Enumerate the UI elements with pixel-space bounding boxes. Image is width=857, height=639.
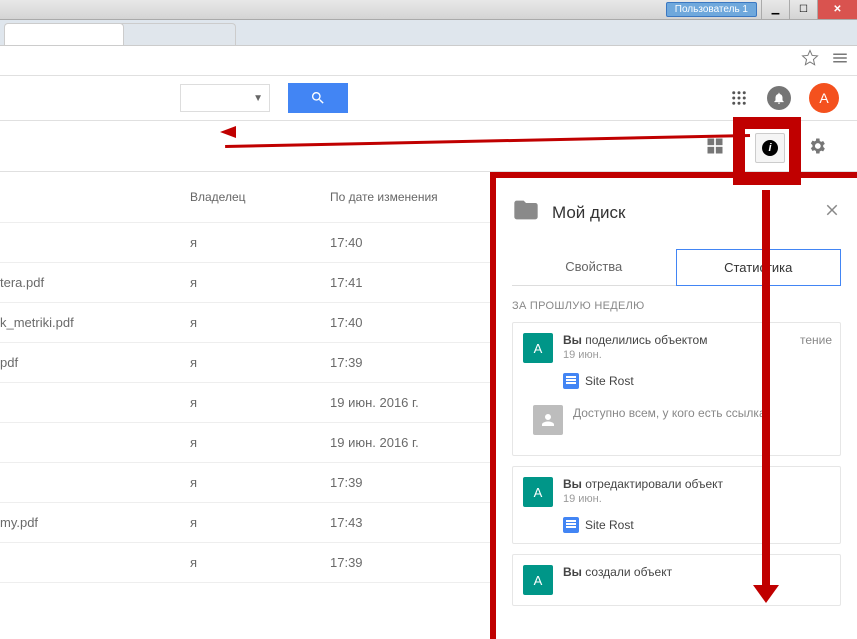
cell-name: my.pdf (0, 515, 190, 530)
window-titlebar: Пользователь 1 (0, 0, 857, 20)
user-chip[interactable]: Пользователь 1 (666, 2, 757, 17)
table-header-row: Владелец По дате изменения (0, 172, 490, 223)
col-date[interactable]: По дате изменения (330, 190, 480, 204)
cell-date: 17:40 (330, 315, 480, 330)
activity-avatar: А (523, 477, 553, 507)
cell-date: 17:43 (330, 515, 480, 530)
cell-name: pdf (0, 355, 190, 370)
bookmark-star-icon[interactable] (801, 49, 819, 72)
cell-name: tera.pdf (0, 275, 190, 290)
cell-owner: я (190, 275, 330, 290)
share-visibility-text: Доступно всем, у кого есть ссылка (573, 405, 766, 422)
table-row[interactable]: я17:39 (0, 463, 490, 503)
cell-owner: я (190, 475, 330, 490)
cell-date: 19 июн. 2016 г. (330, 435, 480, 450)
tab-activity[interactable]: Статистика (676, 249, 842, 286)
browser-tab-strip (0, 20, 857, 46)
browser-tab[interactable] (4, 23, 124, 45)
cell-date: 17:39 (330, 475, 480, 490)
table-row[interactable]: я17:39 (0, 543, 490, 583)
info-button[interactable]: i (755, 133, 785, 163)
cell-owner: я (190, 355, 330, 370)
panel-title: Мой диск (552, 203, 811, 223)
cell-name (0, 235, 190, 250)
table-row[interactable]: tera.pdfя17:41 (0, 263, 490, 303)
activity-item[interactable]: А Вы поделились объектом 19 июн. Site Ro… (512, 322, 841, 456)
table-row[interactable]: я19 июн. 2016 г. (0, 423, 490, 463)
activity-file-name: Site Rost (585, 518, 634, 532)
folder-icon (512, 196, 540, 229)
activity-file-name: Site Rost (585, 374, 634, 388)
window-close-button[interactable] (817, 0, 857, 19)
cell-name (0, 435, 190, 450)
table-row[interactable]: я17:40 (0, 223, 490, 263)
panel-close-button[interactable] (823, 201, 841, 224)
cell-owner: я (190, 235, 330, 250)
table-row[interactable]: pdfя17:39 (0, 343, 490, 383)
tab-properties[interactable]: Свойства (512, 249, 676, 285)
cell-date: 17:41 (330, 275, 480, 290)
info-icon: i (762, 140, 778, 156)
table-row[interactable]: я19 июн. 2016 г. (0, 383, 490, 423)
apps-grid-icon[interactable] (729, 88, 749, 108)
main-content: Владелец По дате изменения я17:40tera.pd… (0, 172, 857, 639)
menu-icon[interactable] (831, 49, 849, 72)
cell-name (0, 555, 190, 570)
browser-toolbar (0, 46, 857, 76)
table-row[interactable]: k_metriki.pdfя17:40 (0, 303, 490, 343)
cell-date: 17:39 (330, 555, 480, 570)
activity-avatar: А (523, 565, 553, 595)
search-dropdown[interactable]: ▼ (180, 84, 270, 112)
cell-date: 19 июн. 2016 г. (330, 395, 480, 410)
panel-tabs: Свойства Статистика (512, 249, 841, 286)
cell-name (0, 395, 190, 410)
cell-owner: я (190, 395, 330, 410)
notifications-icon[interactable] (767, 86, 791, 110)
window-minimize-button[interactable] (761, 0, 789, 19)
drive-toolbar: i (0, 120, 857, 172)
file-table: Владелец По дате изменения я17:40tera.pd… (0, 172, 490, 639)
google-header: ▼ А (0, 76, 857, 120)
search-button[interactable] (288, 83, 348, 113)
view-list-icon[interactable] (705, 136, 725, 156)
cell-owner: я (190, 515, 330, 530)
settings-gear-icon[interactable] (807, 136, 827, 156)
cell-owner: я (190, 435, 330, 450)
activity-item[interactable]: А Вы отредактировали объект 19 июн. Site… (512, 466, 841, 544)
col-owner[interactable]: Владелец (190, 190, 330, 204)
cell-owner: я (190, 315, 330, 330)
activity-extra-text: тение (800, 333, 832, 347)
browser-tab[interactable] (116, 23, 236, 45)
cell-name: k_metriki.pdf (0, 315, 190, 330)
activity-section-label: ЗА ПРОШЛУЮ НЕДЕЛЮ (512, 300, 841, 312)
cell-owner: я (190, 555, 330, 570)
account-avatar[interactable]: А (809, 83, 839, 113)
window-maximize-button[interactable] (789, 0, 817, 19)
cell-name (0, 475, 190, 490)
cell-date: 17:40 (330, 235, 480, 250)
docs-icon (563, 373, 579, 389)
activity-item[interactable]: А Вы создали объект (512, 554, 841, 606)
person-icon (533, 405, 563, 435)
search-icon (310, 90, 326, 106)
col-name[interactable] (0, 190, 190, 204)
cell-date: 17:39 (330, 355, 480, 370)
docs-icon (563, 517, 579, 533)
activity-avatar: А (523, 333, 553, 363)
details-panel: Мой диск Свойства Статистика ЗА ПРОШЛУЮ … (490, 172, 857, 639)
table-row[interactable]: my.pdfя17:43 (0, 503, 490, 543)
